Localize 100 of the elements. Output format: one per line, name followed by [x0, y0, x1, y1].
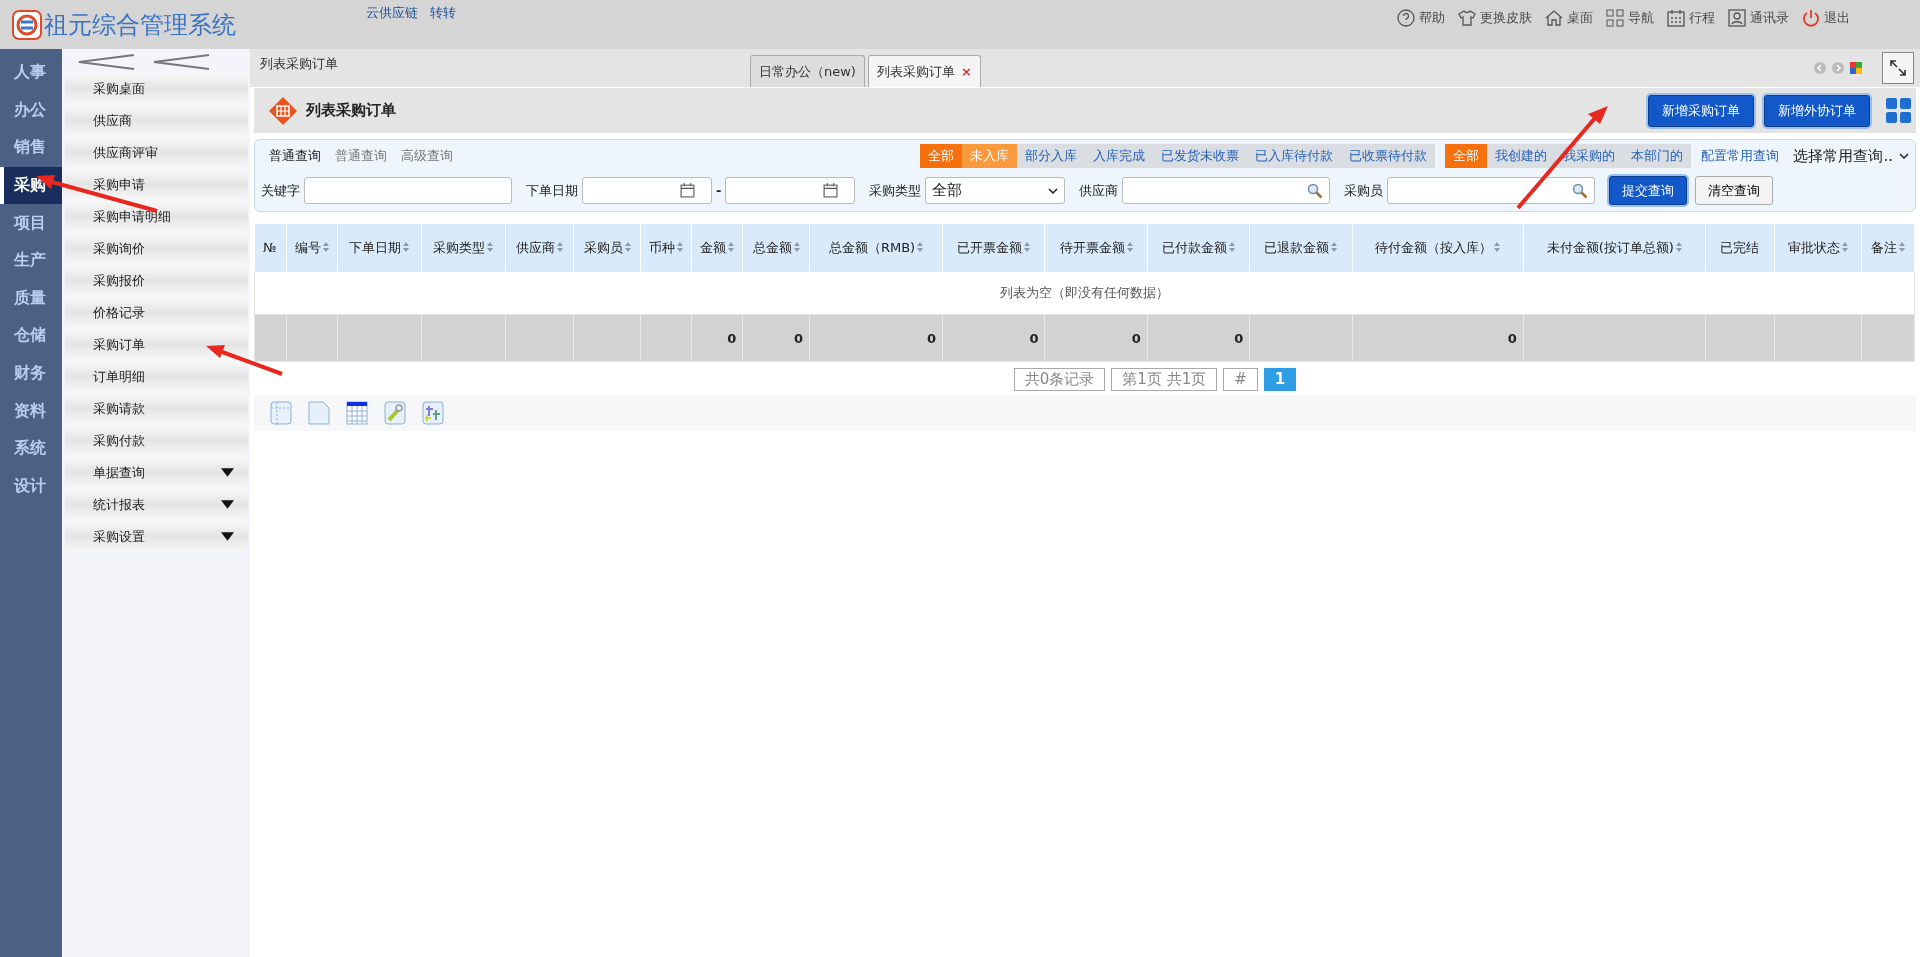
type-select[interactable]: 全部 — [925, 177, 1066, 204]
column-header[interactable]: 供应商 — [505, 224, 574, 272]
column-header[interactable]: 下单日期 — [337, 224, 422, 272]
header-action[interactable]: 帮助 — [1396, 8, 1445, 28]
clear-query-button[interactable]: 清空查询 — [1695, 176, 1774, 205]
column-header[interactable]: 已开票金额 — [942, 224, 1045, 272]
header-action[interactable]: 行程 — [1666, 8, 1715, 28]
fullscreen-button[interactable] — [1882, 52, 1914, 84]
column-header[interactable]: 未付金额(按订单总额) — [1523, 224, 1706, 272]
column-header[interactable]: № — [254, 224, 287, 272]
column-header[interactable]: 备注 — [1861, 224, 1915, 272]
column-header[interactable]: 待付金额（按入库） — [1352, 224, 1524, 272]
submenu-item[interactable]: 供应商评审 — [65, 137, 248, 168]
sort-icon — [403, 241, 410, 252]
config-query-link[interactable]: 配置常用查询 — [1701, 147, 1780, 165]
header-action[interactable]: 桌面 — [1544, 8, 1593, 28]
document-icon[interactable] — [308, 401, 330, 425]
next-icon[interactable] — [1832, 62, 1844, 74]
query-mode-tab[interactable]: 普通查询 — [335, 147, 387, 165]
submenu-item[interactable]: 采购桌面 — [65, 73, 248, 104]
tiles-icon[interactable] — [1850, 62, 1862, 74]
total-value: 0 — [1131, 330, 1141, 346]
submenu-item[interactable]: 采购设置 — [65, 521, 248, 552]
submenu-item[interactable]: 订单明细 — [65, 361, 248, 392]
status-filter-tab[interactable]: 入库完成 — [1085, 144, 1154, 168]
buyer-field[interactable] — [1387, 177, 1596, 204]
page-info: 第1页 共1页 — [1111, 368, 1218, 391]
header-link[interactable]: 云供应链 — [366, 4, 418, 22]
submenu-item[interactable]: 采购询价 — [65, 233, 248, 264]
module-nav-item[interactable]: 生产 — [0, 241, 62, 280]
submenu-item[interactable]: 价格记录 — [65, 297, 248, 328]
submenu-item[interactable]: 采购申请明细 — [65, 201, 248, 232]
column-header[interactable]: 审批状态 — [1774, 224, 1862, 272]
grid-icon[interactable] — [1886, 97, 1912, 124]
column-header[interactable]: 币种 — [640, 224, 692, 272]
column-header[interactable]: 已退款金额 — [1249, 224, 1353, 272]
module-nav-item[interactable]: 设计 — [0, 467, 62, 506]
wrench-icon[interactable] — [384, 401, 406, 425]
page-jump-button[interactable]: # — [1223, 368, 1258, 391]
expand-icon — [1888, 58, 1908, 78]
status-filter-tab[interactable]: 已入库待付款 — [1247, 144, 1342, 168]
keyword-field[interactable] — [304, 177, 512, 204]
submenu-item[interactable]: 供应商 — [65, 105, 248, 136]
sort-icon — [1841, 241, 1848, 252]
module-nav-item[interactable]: 质量 — [0, 279, 62, 318]
module-nav-item[interactable]: 系统 — [0, 429, 62, 468]
column-header[interactable]: 采购类型 — [421, 224, 506, 272]
page-tab[interactable]: 日常办公（new) — [750, 55, 865, 87]
module-nav-item[interactable]: 人事 — [0, 54, 62, 92]
column-header[interactable]: 采购员 — [573, 224, 641, 272]
previous-icon[interactable] — [1814, 62, 1826, 74]
submenu-item[interactable]: 采购报价 — [65, 265, 248, 296]
sort-icon — [487, 241, 494, 252]
submenu-item[interactable]: 采购申请 — [65, 169, 248, 200]
date-field[interactable] — [582, 177, 712, 204]
submit-query-button[interactable]: 提交查询 — [1609, 176, 1688, 205]
header-action[interactable]: 退出 — [1801, 8, 1850, 28]
query-mode-tab[interactable]: 高级查询 — [401, 147, 453, 165]
submenu-item[interactable]: 采购订单 — [65, 329, 248, 360]
header-action[interactable]: 导航 — [1605, 8, 1654, 28]
add-order-button[interactable]: 新增外协订单 — [1764, 94, 1870, 127]
module-nav-item[interactable]: 销售 — [0, 129, 62, 167]
submenu-item[interactable]: 统计报表 — [65, 489, 248, 520]
search-icon — [1307, 182, 1324, 199]
column-header[interactable]: 总金额（RMB) — [809, 224, 943, 272]
module-nav-item[interactable]: 办公 — [0, 91, 62, 130]
status-filter-tab[interactable]: 已收票待付款 — [1341, 144, 1436, 168]
add-order-button[interactable]: 新增采购订单 — [1648, 94, 1754, 127]
saved-query-select[interactable]: 选择常用查询.. — [1793, 146, 1909, 166]
column-header[interactable]: 金额 — [691, 224, 743, 272]
status-filter-tab[interactable]: 已发货未收票 — [1153, 144, 1248, 168]
module-nav-item[interactable]: 项目 — [0, 204, 62, 242]
calendar-icon — [680, 183, 695, 198]
column-header[interactable]: 已完结 — [1705, 224, 1775, 272]
column-header[interactable]: 编号 — [286, 224, 338, 272]
date-field[interactable] — [725, 177, 856, 204]
sort-icon — [1229, 241, 1236, 252]
query-mode-tab[interactable]: 普通查询 — [269, 147, 321, 165]
close-tab-button[interactable]: × — [960, 64, 972, 79]
status-filter-tab[interactable]: 部分入库 — [1017, 144, 1086, 168]
module-nav-item[interactable]: 资料 — [0, 392, 62, 430]
header-action[interactable]: 通讯录 — [1727, 8, 1789, 28]
status-filter-tab[interactable]: 本部门的 — [1623, 144, 1692, 168]
column-header[interactable]: 待开票金额 — [1045, 224, 1148, 272]
header-link[interactable]: 转转 — [430, 4, 456, 22]
supplier-field[interactable] — [1122, 177, 1331, 204]
module-nav-item[interactable]: 财务 — [0, 354, 62, 393]
submenu-item[interactable]: 单据查询 — [65, 457, 248, 488]
status-filter-tab[interactable]: 我创建的 — [1487, 144, 1556, 168]
page-tab[interactable]: 列表采购订单 × — [867, 55, 981, 87]
header-action[interactable]: 更换皮肤 — [1457, 8, 1532, 28]
table-icon[interactable] — [346, 401, 368, 425]
submenu-item[interactable]: 采购付款 — [65, 425, 248, 456]
field-label: 采购类型 — [869, 181, 922, 200]
column-header[interactable]: 总金额 — [742, 224, 810, 272]
puzzle-icon[interactable] — [422, 401, 444, 425]
submenu-item[interactable]: 采购请款 — [65, 393, 248, 424]
module-nav-item[interactable]: 仓储 — [0, 317, 62, 355]
column-header[interactable]: 已付款金额 — [1147, 224, 1250, 272]
layout-icon[interactable] — [270, 401, 292, 425]
